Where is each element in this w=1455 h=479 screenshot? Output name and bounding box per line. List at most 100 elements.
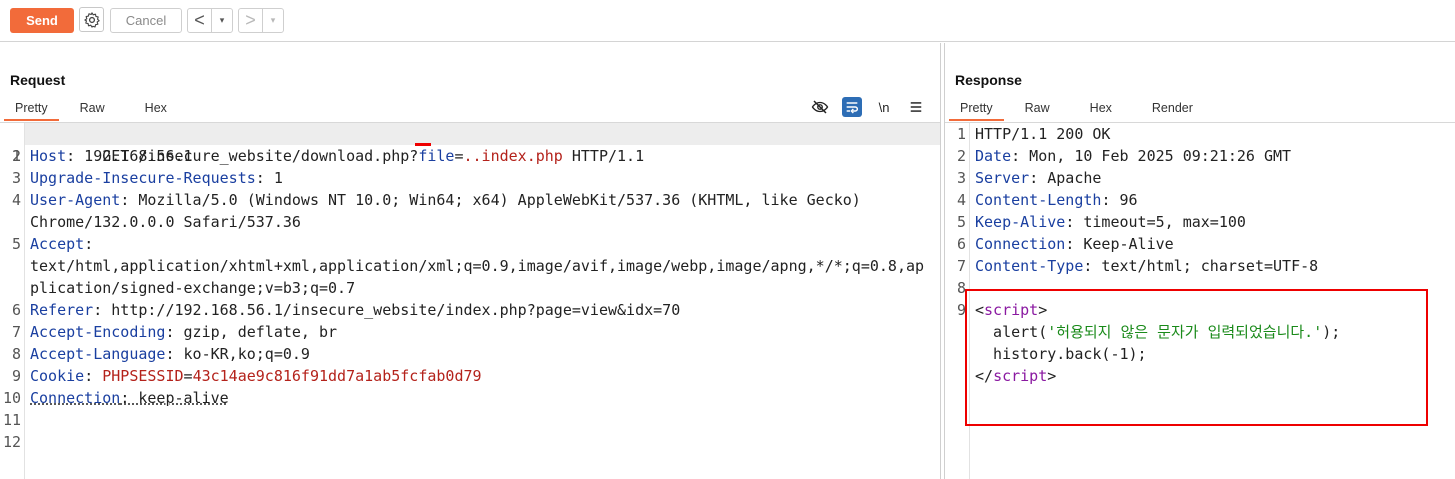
back-arrow-icon[interactable]: < — [188, 9, 212, 32]
header-value: : keep-alive — [120, 389, 229, 407]
header-key: Content-Length — [975, 191, 1102, 209]
annotation-highlight-box — [965, 289, 1428, 426]
response-editor[interactable]: 1 HTTP/1.1 200 OK 2 Date: Mon, 10 Feb 2025… — [945, 123, 1455, 479]
code-line: 10 Connection: keep-alive — [3, 387, 940, 409]
request-editor[interactable]: 1 GET /insecure_website/download.php?file… — [0, 123, 940, 479]
header-value: : ko-KR,ko;q=0.9 — [165, 345, 310, 363]
back-history-dropdown-icon[interactable]: ▾ — [212, 15, 232, 26]
cookie-equals: = — [183, 367, 193, 385]
header-key: Accept — [30, 235, 85, 253]
line-number: 3 — [956, 169, 966, 187]
header-key: Cookie — [30, 367, 85, 385]
request-code[interactable]: 1 GET /insecure_website/download.php?file… — [3, 123, 940, 453]
line-number: 11 — [2, 411, 21, 429]
line-number: 1 — [956, 125, 966, 143]
response-title: Response — [955, 72, 1022, 88]
header-value: : Keep-Alive — [1065, 235, 1174, 253]
send-button[interactable]: Send — [10, 8, 74, 33]
wrap-lines-icon[interactable] — [842, 97, 862, 117]
response-panel: Response Pretty Raw Hex Render 1 HTTP/1.1… — [944, 43, 1455, 479]
line-number: 10 — [2, 389, 21, 407]
header-value: : http://192.168.56.1/insecure_website/i… — [93, 301, 681, 319]
code-line: 8 Accept-Language: ko-KR,ko;q=0.9 — [12, 343, 940, 365]
code-line-wrap: plication/signed-exchange;v=b3;q=0.7 — [25, 277, 940, 299]
header-value: : gzip, deflate, br — [165, 323, 338, 341]
header-key: Keep-Alive — [975, 213, 1066, 231]
gear-icon — [83, 11, 100, 28]
line-number: 2 — [956, 147, 966, 165]
forward-arrow-icon[interactable]: > — [239, 9, 263, 32]
code-line: 1 GET /insecure_website/download.php?file… — [12, 123, 940, 165]
forward-nav[interactable]: > ▾ — [238, 8, 284, 33]
hide-icon[interactable] — [810, 97, 830, 117]
code-line: 3 Upgrade-Insecure-Requests: 1 — [12, 167, 940, 189]
code-line: 4 User-Agent: Mozilla/5.0 (Windows NT 10.… — [12, 189, 940, 211]
back-nav[interactable]: < ▾ — [187, 8, 233, 33]
header-value-continued: text/html,application/xhtml+xml,applicat… — [30, 257, 925, 275]
code-line: 7 Content-Type: text/html; charset=UTF-8 — [957, 255, 1455, 277]
line-number: 7 — [11, 323, 21, 341]
line-number: 7 — [956, 257, 966, 275]
header-key: Host — [30, 147, 67, 165]
line-number: 5 — [956, 213, 966, 231]
code-line: 3 Server: Apache — [957, 167, 1455, 189]
status-line: HTTP/1.1 200 OK — [975, 125, 1111, 143]
code-line: 9 Cookie: PHPSESSID=43c14ae9c816f91dd7a1a… — [12, 365, 940, 387]
line-number: 3 — [11, 169, 21, 187]
menu-icon[interactable] — [906, 97, 926, 117]
line-number: 5 — [11, 235, 21, 253]
header-value: : text/html; charset=UTF-8 — [1083, 257, 1319, 275]
header-key: Server — [975, 169, 1030, 187]
tab-pretty[interactable]: Pretty — [4, 99, 59, 121]
tab-render[interactable]: Render — [1141, 99, 1204, 121]
header-value: : 1 — [255, 169, 283, 187]
header-key: Date — [975, 147, 1012, 165]
code-line: 4 Content-Length: 96 — [957, 189, 1455, 211]
header-value: : Apache — [1029, 169, 1102, 187]
header-value: : — [84, 235, 94, 253]
request-title: Request — [10, 72, 66, 88]
forward-history-dropdown-icon[interactable]: ▾ — [263, 15, 283, 26]
code-line-wrap: text/html,application/xhtml+xml,applicat… — [25, 255, 940, 277]
tab-raw[interactable]: Raw — [1014, 99, 1061, 121]
tab-pretty[interactable]: Pretty — [949, 99, 1004, 121]
line-number: 6 — [11, 301, 21, 319]
response-tabs: Pretty Raw Hex Render — [949, 99, 1222, 121]
header-key: Connection — [975, 235, 1066, 253]
header-key: User-Agent — [30, 191, 121, 209]
tab-hex[interactable]: Hex — [134, 99, 178, 121]
cookie-value: 43c14ae9c816f91dd7a1ab5fcfab0d79 — [192, 367, 482, 385]
header-value-continued: Chrome/132.0.0.0 Safari/537.36 — [30, 213, 301, 231]
line-number: 4 — [11, 191, 21, 209]
header-key: Referer — [30, 301, 94, 319]
cancel-button[interactable]: Cancel — [110, 8, 182, 33]
code-line-wrap: Chrome/132.0.0.0 Safari/537.36 — [25, 211, 940, 233]
newline-icon[interactable]: \n — [874, 97, 894, 117]
header-key: Upgrade-Insecure-Requests — [30, 169, 256, 187]
cookie-name: PHPSESSID — [102, 367, 184, 385]
header-key: Content-Type — [975, 257, 1084, 275]
line-number: 9 — [956, 301, 966, 319]
toolbar: Send Cancel < ▾ > ▾ — [0, 0, 1455, 42]
tab-raw[interactable]: Raw — [69, 99, 116, 121]
request-editor-tools: \n — [810, 97, 926, 117]
header-value: : 96 — [1101, 191, 1138, 209]
code-line: 12 — [3, 431, 940, 453]
header-value: : Mozilla/5.0 (Windows NT 10.0; Win64; x… — [120, 191, 861, 209]
line-number: 8 — [11, 345, 21, 363]
line-number: 8 — [956, 279, 966, 297]
header-key: Accept-Encoding — [30, 323, 166, 341]
settings-gear-button[interactable] — [79, 7, 104, 32]
header-value: : timeout=5, max=100 — [1065, 213, 1246, 231]
code-line: 6 Connection: Keep-Alive — [957, 233, 1455, 255]
header-key: Connection — [30, 389, 121, 407]
code-line: 2 Date: Mon, 10 Feb 2025 09:21:26 GMT — [957, 145, 1455, 167]
line-number: 9 — [11, 367, 21, 385]
header-value: : Mon, 10 Feb 2025 09:21:26 GMT — [1011, 147, 1292, 165]
request-panel: Request Pretty Raw Hex \n 1 GET /insecure… — [0, 43, 941, 479]
tab-hex[interactable]: Hex — [1079, 99, 1123, 121]
code-line: 5 Keep-Alive: timeout=5, max=100 — [957, 211, 1455, 233]
line-number: 12 — [2, 433, 21, 451]
header-value: : — [84, 367, 103, 385]
code-line: 7 Accept-Encoding: gzip, deflate, br — [12, 321, 940, 343]
